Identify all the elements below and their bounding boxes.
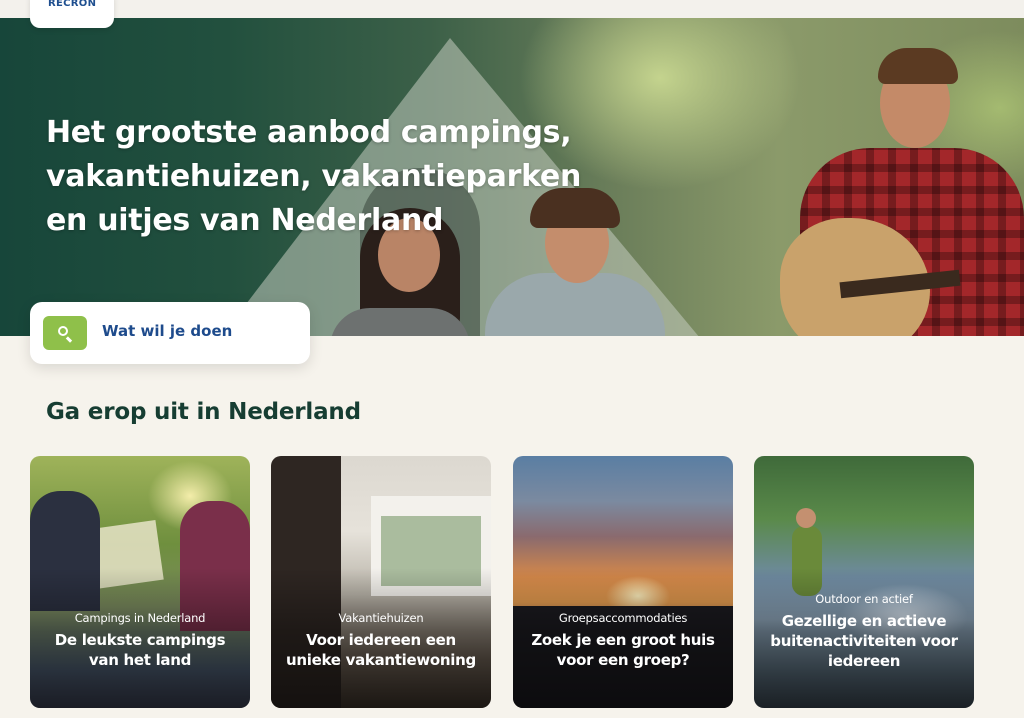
search-label[interactable]: Wat wil je doen (102, 322, 232, 340)
card-category: Campings in Nederland (74, 611, 206, 625)
card-title: De leukste campings van het land (54, 631, 226, 669)
site-logo: RECRON (48, 0, 97, 9)
card-outdoor[interactable]: Outdoor en actief Gezellige en actieve b… (754, 456, 974, 708)
hero-person-body (330, 308, 470, 336)
top-strip (0, 0, 1024, 18)
search-icon (56, 324, 74, 343)
search-box[interactable]: Wat wil je doen (30, 302, 310, 364)
section-title: Ga erop uit in Nederland (46, 399, 361, 425)
card-groepsaccommodaties[interactable]: Groepsaccommodaties Zoek je een groot hu… (513, 456, 733, 708)
card-category: Groepsaccommodaties (558, 611, 688, 625)
card-vakantiehuizen[interactable]: Vakantiehuizen Voor iedereen een unieke … (271, 456, 491, 708)
card-category: Outdoor en actief (815, 592, 913, 606)
card-campings[interactable]: Campings in Nederland De leukste camping… (30, 456, 250, 708)
card-paddler-head (796, 508, 816, 528)
card-category: Vakantiehuizen (338, 611, 424, 625)
logo-tab[interactable]: RECRON (30, 0, 114, 28)
card-title: Gezellige en actieve buitenactiviteiten … (770, 612, 958, 670)
hero-banner: Het grootste aanbod campings, vakantiehu… (0, 18, 1024, 336)
card-title: Zoek je een groot huis voor een groep? (531, 631, 715, 669)
search-button[interactable] (43, 316, 87, 350)
card-title: Voor iedereen een unieke vakantiewoning (286, 631, 476, 669)
hero-title: Het grootste aanbod campings, vakantiehu… (46, 115, 582, 238)
hero-person-hair (878, 48, 958, 84)
